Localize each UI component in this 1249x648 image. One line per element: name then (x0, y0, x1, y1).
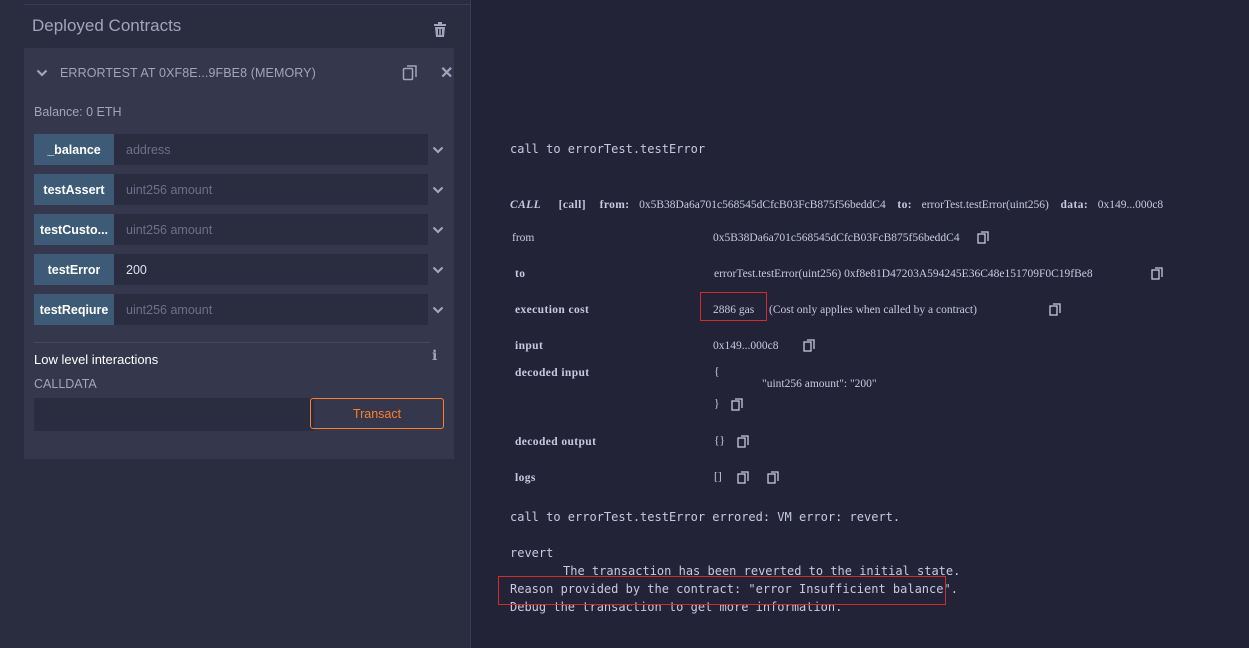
function-row-testcustom: testCusto... (34, 214, 454, 245)
logs-value: [] (714, 471, 722, 483)
chevron-down-icon[interactable] (432, 304, 444, 316)
call-line: call to errorTest.testError (510, 142, 706, 156)
low-level-title: Low level interactions (34, 352, 159, 367)
copy-icon[interactable] (737, 435, 749, 448)
function-input-testerror[interactable] (114, 254, 428, 285)
calldata-input[interactable] (34, 398, 314, 431)
decoded-output-value: {} (714, 435, 726, 447)
decoded-input-open: { (714, 366, 720, 378)
copy-icon[interactable] (402, 65, 418, 81)
divider (34, 342, 430, 343)
decoded-input-body: "uint256 amount": "200" (762, 378, 877, 390)
execution-cost-label: execution cost (515, 304, 590, 316)
function-button-testreqiure[interactable]: testReqiure (34, 294, 114, 325)
copy-icon[interactable] (767, 471, 779, 484)
input-value: 0x149...000c8 (713, 340, 779, 352)
trash-icon[interactable] (433, 22, 447, 38)
execution-note: (Cost only applies when called by a cont… (769, 304, 977, 316)
to-function: errorTest.testError(uint256) (921, 199, 1049, 211)
data-key: data: (1060, 199, 1089, 211)
function-input-testreqiure[interactable] (114, 294, 428, 325)
terminal-output: call to errorTest.testError CALL [call] … (471, 0, 1249, 648)
info-icon[interactable]: i (432, 348, 437, 364)
function-button-testcustom[interactable]: testCusto... (34, 214, 114, 245)
contract-name: ERRORTEST AT 0XF8E...9FBE8 (MEMORY) (60, 66, 316, 80)
from-label: from (512, 232, 535, 244)
function-row-testreqiure: testReqiure (34, 294, 454, 325)
copy-icon[interactable] (1151, 267, 1163, 280)
deployed-contracts-panel: Deployed Contracts ERRORTEST AT 0XF8E...… (0, 0, 471, 648)
chevron-down-icon[interactable] (36, 67, 48, 79)
transact-button[interactable]: Transact (310, 398, 444, 429)
to-value: errorTest.testError(uint256) 0xf8e81D472… (714, 268, 1093, 280)
contract-header[interactable]: ERRORTEST AT 0XF8E...9FBE8 (MEMORY) ✕ (24, 48, 454, 98)
copy-icon[interactable] (977, 231, 989, 244)
function-row-testassert: testAssert (34, 174, 454, 205)
divider (24, 4, 470, 5)
chevron-down-icon[interactable] (432, 224, 444, 236)
from-value: 0x5B38Da6a701c568545dCfcB03FcB875f56bedd… (713, 232, 960, 244)
from-address: 0x5B38Da6a701c568545dCfcB03FcB875f56bedd… (639, 199, 886, 211)
chevron-down-icon[interactable] (432, 264, 444, 276)
decoded-input-label: decoded input (515, 367, 590, 379)
to-label: to (515, 268, 526, 280)
function-input-testcustom[interactable] (114, 214, 428, 245)
function-button-testassert[interactable]: testAssert (34, 174, 114, 205)
highlight-box-gas (700, 292, 767, 321)
calldata-label: CALLDATA (34, 377, 97, 391)
function-input-testassert[interactable] (114, 174, 428, 205)
function-button-balance[interactable]: _balance (34, 134, 114, 165)
panel-title: Deployed Contracts (32, 16, 182, 35)
call-summary[interactable]: CALL [call] from: 0x5B38Da6a701c568545dC… (510, 193, 1163, 212)
error-line: call to errorTest.testError errored: VM … (510, 510, 901, 524)
revert-label: revert (510, 546, 554, 560)
close-icon[interactable]: ✕ (440, 63, 453, 83)
copy-icon[interactable] (731, 398, 743, 411)
call-tag: CALL (510, 199, 541, 211)
contract-card: ERRORTEST AT 0XF8E...9FBE8 (MEMORY) ✕ Ba… (24, 48, 454, 459)
decoded-output-label: decoded output (515, 436, 597, 448)
function-button-testerror[interactable]: testError (34, 254, 114, 285)
highlight-box-reason (498, 576, 946, 605)
input-label: input (515, 340, 544, 352)
data-value: 0x149...000c8 (1097, 199, 1164, 211)
decoded-input-close: } (714, 398, 720, 410)
copy-icon[interactable] (737, 471, 749, 484)
copy-icon[interactable] (1049, 303, 1061, 316)
contract-balance: Balance: 0 ETH (34, 105, 122, 119)
function-input-balance[interactable] (114, 134, 428, 165)
logs-label: logs (515, 472, 536, 484)
function-row-balance: _balance (34, 134, 454, 165)
chevron-down-icon[interactable] (432, 144, 444, 156)
copy-icon[interactable] (803, 339, 815, 352)
to-key: to: (897, 199, 912, 211)
call-kind: [call] (558, 199, 586, 211)
chevron-down-icon[interactable] (432, 184, 444, 196)
function-row-testerror: testError (34, 254, 454, 285)
from-key: from: (599, 199, 630, 211)
